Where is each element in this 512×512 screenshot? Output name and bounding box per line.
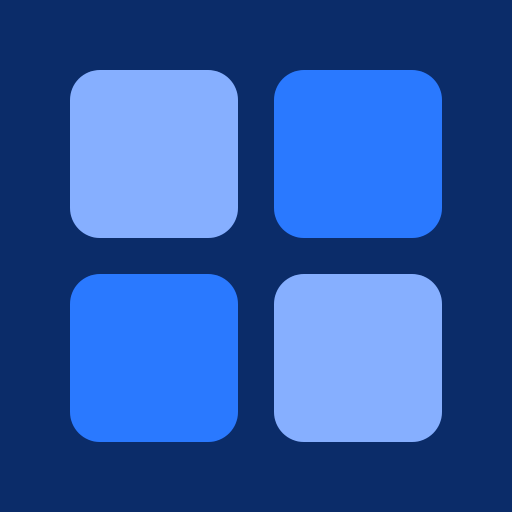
grid-apps-icon — [0, 0, 512, 512]
tile-bottom-left — [70, 274, 238, 442]
tile-top-left — [70, 70, 238, 238]
tile-top-right — [274, 70, 442, 238]
tile-bottom-right — [274, 274, 442, 442]
